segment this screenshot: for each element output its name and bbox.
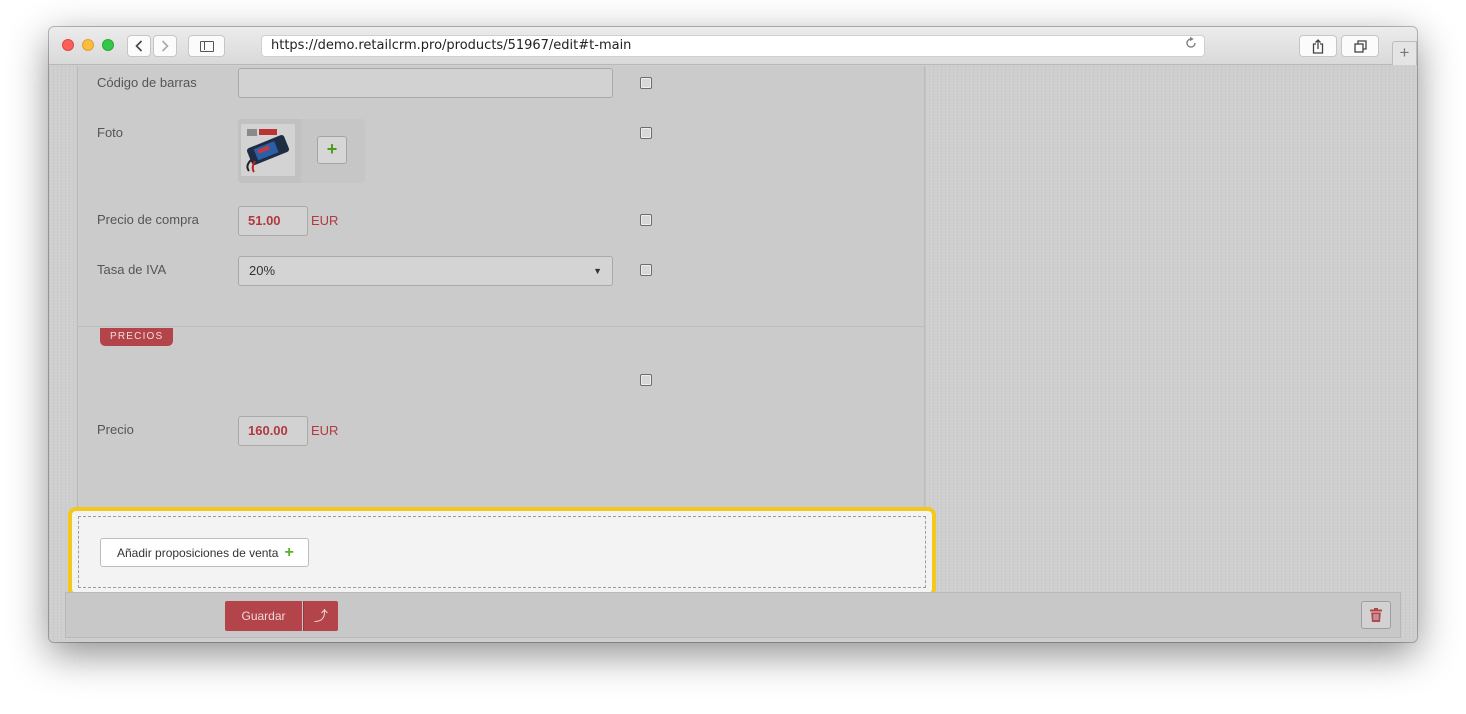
price-input[interactable]: 160.00: [238, 416, 308, 446]
product-photo[interactable]: [241, 124, 295, 176]
prices-checkbox[interactable]: [640, 374, 652, 386]
share-icon: [1312, 38, 1324, 54]
barcode-input[interactable]: [238, 68, 613, 98]
price-currency: EUR: [311, 423, 339, 438]
reload-icon[interactable]: [1185, 36, 1197, 56]
tabs-icon: [1353, 39, 1367, 53]
vat-select[interactable]: 20% ▼: [238, 256, 613, 286]
add-sales-offers-label: Añadir proposiciones de venta: [117, 546, 279, 560]
product-edit-panel: Código de barras Foto + Precio de compra…: [77, 66, 926, 513]
add-sales-offers-button[interactable]: Añadir proposiciones de venta +: [100, 538, 309, 567]
save-button[interactable]: Guardar: [225, 601, 302, 631]
purchase-price-label: Precio de compra: [97, 212, 199, 227]
plus-icon: +: [284, 544, 294, 561]
add-photo-button[interactable]: +: [317, 136, 347, 164]
vat-checkbox[interactable]: [640, 264, 652, 276]
photo-gallery: +: [238, 119, 365, 183]
url-text: https://demo.retailcrm.pro/products/5196…: [271, 38, 632, 53]
chevron-right-icon: [161, 40, 169, 52]
prices-section-tag: PRECIOS: [100, 328, 174, 346]
photo-label: Foto: [97, 125, 124, 140]
action-footer: Guardar ⤴: [65, 592, 1401, 638]
minimize-window-button[interactable]: [82, 39, 94, 51]
sales-offers-section: Añadir proposiciones de venta +: [68, 507, 936, 597]
new-tab-button[interactable]: +: [1392, 41, 1417, 65]
sales-offers-dropzone: Añadir proposiciones de venta +: [78, 516, 926, 588]
purchase-price-input[interactable]: 51.00: [238, 206, 308, 236]
barcode-checkbox[interactable]: [640, 77, 652, 89]
sidebar-icon: [199, 40, 214, 52]
forward-button[interactable]: [153, 35, 177, 57]
purchase-price-currency: EUR: [311, 213, 339, 228]
address-bar[interactable]: https://demo.retailcrm.pro/products/5196…: [261, 35, 1205, 57]
zoom-window-button[interactable]: [102, 39, 114, 51]
battery-photo: [241, 124, 295, 176]
close-window-button[interactable]: [62, 39, 74, 51]
save-and-exit-button[interactable]: ⤴: [303, 601, 338, 631]
section-divider: [78, 326, 926, 327]
delete-button[interactable]: [1361, 601, 1391, 629]
trash-icon: [1370, 608, 1382, 622]
purchase-price-checkbox[interactable]: [640, 214, 652, 226]
photo-add-area: +: [301, 119, 365, 183]
page-viewport: Código de barras Foto + Precio de compra…: [49, 66, 1417, 642]
vat-label: Tasa de IVA: [97, 262, 167, 277]
vat-selected-value: 20%: [249, 263, 276, 278]
back-button[interactable]: [127, 35, 151, 57]
photo-checkbox[interactable]: [640, 127, 652, 139]
caret-down-icon: ▼: [593, 266, 602, 276]
tab-overview-button[interactable]: [1341, 35, 1379, 57]
sidebar-toggle-button[interactable]: [188, 35, 225, 57]
chevron-left-icon: [135, 40, 143, 52]
barcode-label: Código de barras: [97, 75, 197, 90]
price-label: Precio: [97, 422, 134, 437]
browser-window: https://demo.retailcrm.pro/products/5196…: [49, 27, 1417, 642]
plus-icon: +: [1399, 43, 1410, 62]
share-button[interactable]: [1299, 35, 1337, 57]
browser-toolbar: https://demo.retailcrm.pro/products/5196…: [49, 27, 1417, 65]
